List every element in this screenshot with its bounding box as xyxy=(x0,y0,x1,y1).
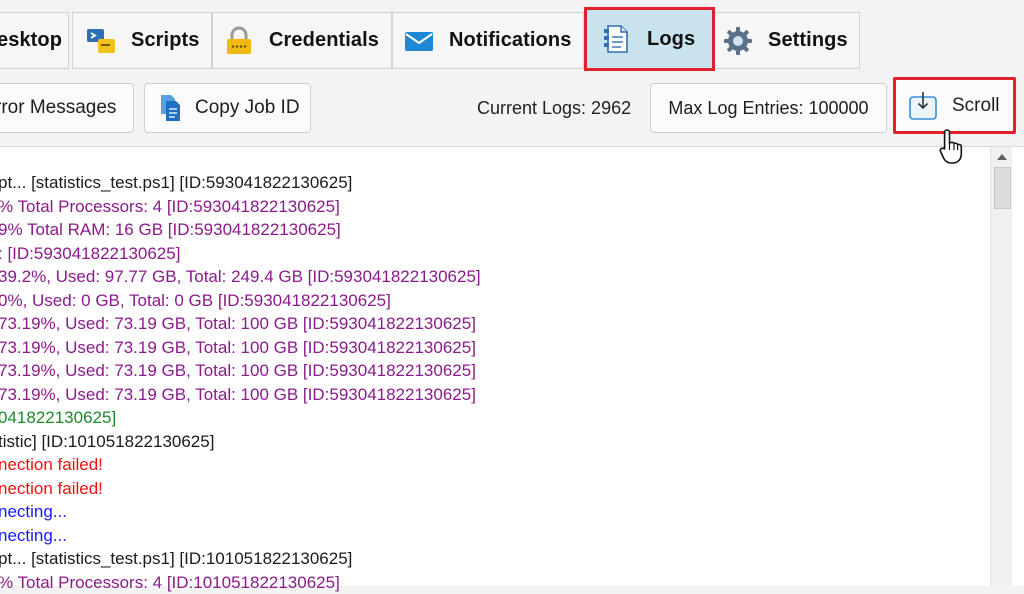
log-line: 73.19%, Used: 73.19 GB, Total: 100 GB [I… xyxy=(0,384,476,404)
gear-icon xyxy=(722,25,754,57)
log-line: pt... [statistics_test.ps1] [ID:10105182… xyxy=(0,549,353,568)
log-line: 041822130625] xyxy=(0,408,117,427)
copy-job-id-label: Copy Job ID xyxy=(195,97,300,118)
log-line: 0%, Used: 0 GB, Total: 0 GB [ID:59304182… xyxy=(0,290,391,310)
log-line: tistic] [ID:101051822130625] xyxy=(0,431,215,451)
copy-job-id-button[interactable]: Copy Job ID xyxy=(144,83,311,133)
copy-icon xyxy=(159,94,183,122)
tab-notifications-label: Notifications xyxy=(449,29,572,51)
log-line: : [ID:593041822130625] xyxy=(0,243,181,263)
tab-notifications[interactable]: Notifications xyxy=(392,12,584,69)
log-line: necting... xyxy=(0,525,67,545)
log-line: % Total Processors: 4 [ID:59304182213062… xyxy=(0,196,340,216)
log-line: % Total Processors: 4 [ID:10105182213062… xyxy=(0,572,340,592)
tab-desktop-label: esktop xyxy=(0,29,63,51)
log-output-panel[interactable]: pt... [statistics_test.ps1] [ID:59304182… xyxy=(0,146,1024,592)
log-line: nection failed! xyxy=(0,478,103,498)
tab-desktop[interactable]: esktop xyxy=(0,12,69,69)
hand-pointer-cursor-icon xyxy=(938,128,966,171)
log-line: nection failed! xyxy=(0,455,103,474)
log-toolbar: rror Messages Copy Job ID Current Logs: … xyxy=(0,74,1024,146)
tab-credentials[interactable]: Credentials xyxy=(212,12,392,69)
log-line: 39.2%, Used: 97.77 GB, Total: 249.4 GB [… xyxy=(0,267,481,286)
tab-scripts[interactable]: Scripts xyxy=(72,12,212,69)
tab-scripts-label: Scripts xyxy=(131,29,200,51)
log-line: pt... [statistics_test.ps1] [ID:59304182… xyxy=(0,173,353,192)
tab-logs[interactable]: Logs xyxy=(584,7,715,71)
log-line: 73.19%, Used: 73.19 GB, Total: 100 GB [I… xyxy=(0,337,476,357)
scroll-up-arrow-icon[interactable] xyxy=(991,147,1013,165)
max-log-entries-button[interactable]: Max Log Entries: 100000 xyxy=(650,83,887,133)
tab-settings[interactable]: Settings xyxy=(713,12,860,69)
lock-icon xyxy=(223,25,255,57)
tab-logs-label: Logs xyxy=(647,27,696,50)
tab-bar: esktop Scripts Credentials Notifications… xyxy=(0,0,1024,74)
log-line: 73.19%, Used: 73.19 GB, Total: 100 GB [I… xyxy=(0,314,476,333)
panel-edge xyxy=(1012,147,1024,586)
document-log-icon xyxy=(601,23,633,55)
auto-scroll-button[interactable]: Scroll xyxy=(893,77,1016,134)
tab-settings-label: Settings xyxy=(768,29,848,51)
log-line: 9% Total RAM: 16 GB [ID:593041822130625] xyxy=(0,220,341,239)
max-log-entries-label: Max Log Entries: 100000 xyxy=(668,97,869,118)
scrollbar-thumb[interactable] xyxy=(994,167,1011,209)
scroll-label: Scroll xyxy=(952,94,1000,116)
vertical-scrollbar[interactable] xyxy=(990,147,1013,586)
scroll-down-icon xyxy=(908,91,938,121)
tab-credentials-label: Credentials xyxy=(269,29,380,51)
current-logs-count: Current Logs: 2962 xyxy=(477,98,632,118)
log-line: necting... xyxy=(0,502,67,521)
powershell-scripts-icon xyxy=(85,25,117,57)
log-line: 73.19%, Used: 73.19 GB, Total: 100 GB [I… xyxy=(0,361,476,380)
error-messages-button[interactable]: rror Messages xyxy=(0,83,134,133)
error-messages-label: rror Messages xyxy=(0,97,117,118)
envelope-icon xyxy=(403,25,435,57)
